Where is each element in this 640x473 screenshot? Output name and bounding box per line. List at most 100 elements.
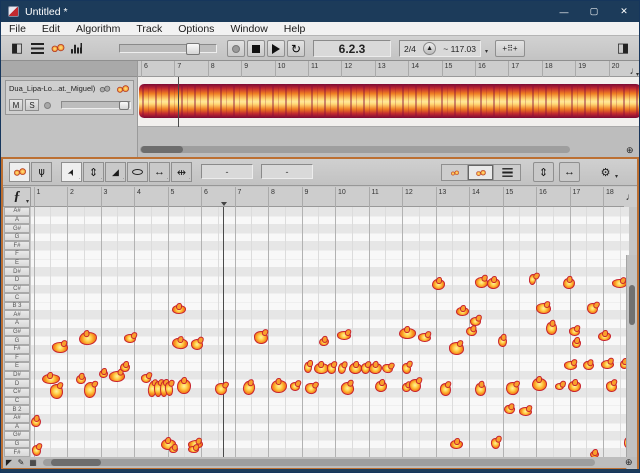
note-blob[interactable] bbox=[449, 437, 463, 449]
pitch-label-g#[interactable]: G# bbox=[4, 224, 30, 233]
note-blob[interactable] bbox=[504, 380, 520, 396]
menu-options[interactable]: Options bbox=[170, 23, 222, 35]
note-blob[interactable] bbox=[172, 302, 186, 314]
pitch-label-g[interactable]: G bbox=[4, 336, 30, 345]
formant-tool-button[interactable] bbox=[127, 162, 148, 182]
note-blob[interactable] bbox=[605, 380, 617, 392]
histogram-icon[interactable] bbox=[69, 41, 85, 55]
modulation-tool-button[interactable]: ◢. bbox=[105, 162, 126, 182]
note-blob[interactable] bbox=[486, 275, 500, 289]
note-blob-icon[interactable] bbox=[49, 41, 67, 55]
pitch-label-d[interactable]: D bbox=[4, 379, 30, 389]
track-name[interactable]: Dua_Lipa-Lo...at._Miguel) bbox=[9, 84, 109, 93]
note-blob[interactable] bbox=[339, 380, 355, 396]
status-pointer-icon[interactable]: ◤ bbox=[3, 458, 15, 468]
title-bar[interactable]: Untitled * — ▢ ✕ bbox=[1, 1, 639, 22]
note-blob[interactable] bbox=[375, 378, 387, 392]
pitch-label-a#[interactable]: A# bbox=[4, 207, 30, 216]
note-blob[interactable] bbox=[431, 276, 445, 290]
tempo-display[interactable]: 2/4 ▲ ~ 117.03 bbox=[399, 40, 481, 57]
note-blob[interactable] bbox=[168, 445, 178, 453]
pitch-label-e[interactable]: E bbox=[4, 362, 30, 371]
note-blob[interactable] bbox=[554, 382, 564, 390]
view-mode-blob-small[interactable] bbox=[442, 165, 468, 180]
editor-hscrollbar[interactable] bbox=[43, 459, 595, 466]
note-blob[interactable] bbox=[367, 361, 383, 375]
pitch-label-f#[interactable]: F# bbox=[4, 241, 30, 251]
note-blob[interactable] bbox=[190, 337, 204, 351]
record-button[interactable] bbox=[227, 40, 245, 57]
note-blob[interactable] bbox=[52, 341, 68, 353]
metronome-icon[interactable]: ▲ bbox=[423, 42, 437, 55]
pitch-label-c[interactable]: C bbox=[4, 396, 30, 406]
note-blob[interactable] bbox=[567, 378, 581, 392]
note-blob[interactable] bbox=[400, 362, 412, 374]
track-volume-thumb[interactable] bbox=[119, 101, 129, 110]
editor-zoom-tool-icon[interactable]: ⊕ bbox=[625, 457, 633, 468]
pitch-label-a#[interactable]: A# bbox=[4, 310, 30, 320]
pitch-label-c#[interactable]: C# bbox=[4, 388, 30, 397]
note-blob[interactable] bbox=[585, 301, 599, 315]
note-blob[interactable] bbox=[187, 445, 199, 453]
menu-help[interactable]: Help bbox=[276, 23, 314, 35]
note-blob[interactable] bbox=[563, 360, 577, 370]
note-grid[interactable] bbox=[31, 207, 629, 457]
track-zoom-tool-icon[interactable]: ⊕ bbox=[626, 145, 634, 156]
pitch-label-f#[interactable]: F# bbox=[4, 344, 30, 354]
note-blob[interactable] bbox=[568, 326, 580, 336]
note-blob[interactable] bbox=[304, 359, 313, 373]
pitch-label-d#[interactable]: D# bbox=[4, 267, 30, 276]
stop-button[interactable] bbox=[247, 40, 265, 57]
menu-algorithm[interactable]: Algorithm bbox=[68, 23, 128, 35]
pitch-label-b2[interactable]: B 2 bbox=[4, 405, 30, 414]
note-blob[interactable] bbox=[581, 359, 595, 371]
value-display-right[interactable]: - bbox=[261, 164, 313, 179]
track-curve-icon[interactable] bbox=[99, 85, 111, 93]
pitch-label-f[interactable]: F bbox=[4, 250, 30, 259]
note-blob[interactable] bbox=[571, 336, 581, 348]
note-blob[interactable] bbox=[502, 403, 516, 415]
track-hscrollbar[interactable] bbox=[140, 146, 570, 153]
note-blob[interactable] bbox=[439, 382, 451, 396]
note-blob[interactable] bbox=[518, 406, 532, 416]
timing-tool-button[interactable]: ↔. bbox=[149, 162, 170, 182]
note-assignment-button[interactable]: +⠿+ bbox=[495, 40, 525, 57]
mute-button[interactable]: M bbox=[9, 99, 23, 111]
note-blob[interactable] bbox=[597, 329, 611, 341]
pitch-ruler[interactable]: A# A G# G F# F E D# D C# C B 3 A# A G# G F# F E D# D C# C B 2 A#… bbox=[3, 207, 31, 457]
pitch-label-c#[interactable]: C# bbox=[4, 284, 30, 294]
note-blob[interactable] bbox=[254, 330, 268, 344]
note-blob[interactable] bbox=[531, 375, 547, 391]
maximize-button[interactable]: ▢ bbox=[579, 1, 609, 22]
pitch-label-a#[interactable]: A# bbox=[4, 413, 30, 423]
note-blob[interactable] bbox=[326, 362, 336, 374]
note-blob[interactable] bbox=[473, 275, 489, 289]
status-pencil-icon[interactable]: ✎ bbox=[15, 458, 27, 468]
pointer-tool-button[interactable]: ➤. bbox=[61, 162, 82, 182]
note-blob[interactable] bbox=[337, 330, 351, 340]
record-arm-led[interactable] bbox=[44, 102, 51, 109]
track-timeline-ruler[interactable]: ♩ ▾ 6 7 8 9 10 11 12 13 14 15 16 17 18 19 20 bbox=[138, 61, 639, 78]
note-blob[interactable] bbox=[398, 325, 416, 339]
track-lane[interactable] bbox=[138, 77, 639, 127]
pitch-tool-button[interactable]: ⇕. bbox=[83, 162, 104, 182]
audio-waveform-band[interactable] bbox=[139, 84, 639, 118]
note-blob[interactable] bbox=[348, 360, 362, 374]
note-blob[interactable] bbox=[409, 378, 421, 392]
pitch-label-g#[interactable]: G# bbox=[4, 431, 30, 440]
transport-slider[interactable] bbox=[119, 43, 217, 55]
pitch-label-f#[interactable]: F# bbox=[4, 448, 30, 457]
note-blob[interactable] bbox=[124, 333, 136, 343]
menu-file[interactable]: File bbox=[1, 23, 34, 35]
menu-window[interactable]: Window bbox=[222, 23, 275, 35]
time-display[interactable]: 6.2.3 bbox=[313, 40, 391, 57]
pitch-label-d[interactable]: D bbox=[4, 275, 30, 285]
transport-slider-thumb[interactable] bbox=[186, 43, 200, 55]
track-volume-slider[interactable] bbox=[61, 101, 131, 110]
note-blob[interactable] bbox=[164, 381, 174, 397]
vertical-zoom-button[interactable]: ⇕ bbox=[533, 162, 554, 182]
note-blob[interactable] bbox=[120, 360, 130, 372]
pitch-label-c[interactable]: C bbox=[4, 293, 30, 302]
horizontal-zoom-button[interactable]: ↔ bbox=[559, 162, 580, 182]
pitch-label-a[interactable]: A bbox=[4, 319, 30, 328]
